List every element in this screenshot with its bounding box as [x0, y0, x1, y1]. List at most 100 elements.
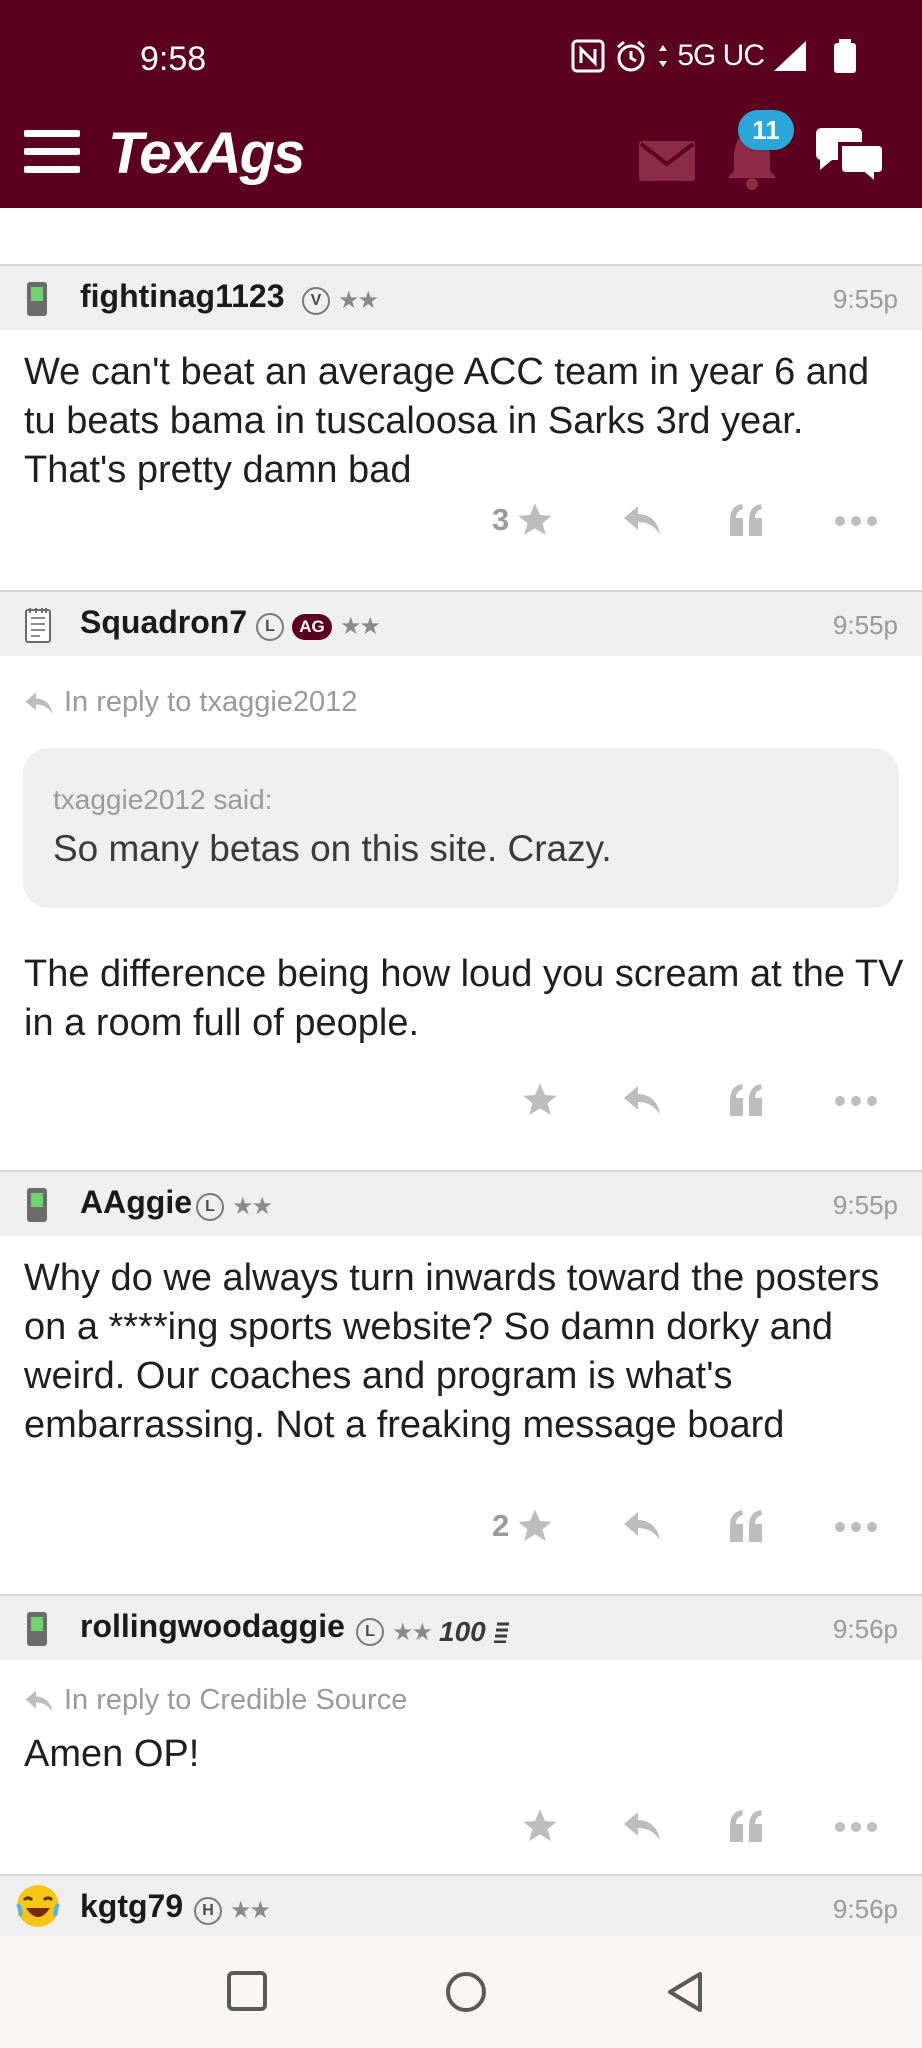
notepad-device-icon — [25, 608, 51, 643]
hundred-lines-icon — [493, 1622, 509, 1643]
post-actions — [0, 1806, 922, 1866]
reply-to-text: In reply to Credible Source — [64, 1684, 408, 1716]
star-action[interactable]: 3 — [492, 500, 555, 540]
rank-stars: ★★ — [340, 613, 381, 640]
rank-stars: ★★ — [230, 1897, 271, 1924]
nfc-icon — [571, 39, 605, 73]
badge-l: L — [196, 1192, 224, 1221]
battery-icon — [834, 39, 856, 73]
reply-arrow-icon[interactable] — [620, 1506, 664, 1546]
post-time: 9:55p — [832, 1190, 898, 1220]
forum-post: rollingwoodaggie L ★★ 100 9:56p In reply… — [0, 1594, 922, 1874]
post-header: Squadron7 L AG ★★ 9:55p — [0, 590, 922, 656]
star-action[interactable]: 2 — [492, 1506, 555, 1546]
data-arrows-icon — [659, 45, 668, 67]
network-label: 5G UC — [677, 39, 765, 72]
post-header: fightinag1123 V ★★ 9:55p — [0, 264, 922, 330]
thread-content: 1 fightinag1123 V ★★ 9:55p We can't beat… — [0, 180, 922, 1936]
phone-device-icon — [27, 282, 47, 316]
hamburger-menu-icon[interactable] — [24, 130, 80, 174]
app-bar: TexAgs 11 — [0, 110, 922, 208]
post-header: rollingwoodaggie L ★★ 100 9:56p — [0, 1594, 922, 1660]
back-triangle-icon[interactable] — [664, 1970, 706, 2014]
post-body: We can't beat an average ACC team in yea… — [24, 351, 870, 491]
post-time: 9:55p — [832, 284, 898, 314]
forum-post: AAggie L ★★ 9:55p Why do we always turn … — [0, 1170, 922, 1594]
reply-to-link[interactable]: In reply to txaggie2012 — [22, 686, 357, 719]
reply-arrow-icon — [25, 1690, 53, 1711]
post-body: Why do we always turn inwards toward the… — [24, 1257, 880, 1446]
star-action[interactable] — [520, 1080, 560, 1120]
laughing-emoji-avatar — [16, 1885, 60, 1927]
post-body: The difference being how loud you scream… — [24, 953, 904, 1044]
alarm-icon — [617, 40, 646, 72]
hundred-badge: 100 — [439, 1616, 486, 1647]
home-circle-icon[interactable] — [444, 1970, 488, 2014]
reply-arrow-icon — [25, 692, 53, 713]
rank-stars: ★★ — [232, 1193, 273, 1220]
post-actions — [0, 1080, 922, 1140]
top-header: 9:58 5G UC TexAgs 11 — [0, 0, 922, 208]
recents-square-icon[interactable] — [226, 1970, 268, 2012]
post-header: kgtg79 H ★★ 9:56p — [0, 1874, 922, 1936]
quote-author: txaggie2012 said: — [53, 784, 273, 815]
more-dots-icon[interactable] — [834, 514, 878, 528]
badge-l: L — [256, 612, 284, 641]
post-username[interactable]: fightinag1123 — [80, 278, 285, 315]
notification-badge[interactable]: 11 — [738, 110, 794, 150]
user-badges: L ★★ — [196, 1192, 273, 1221]
star-action[interactable] — [520, 1806, 560, 1846]
quote-text: So many betas on this site. Crazy. — [53, 828, 612, 869]
star-icon — [518, 503, 552, 535]
post-username[interactable]: Squadron7 — [80, 604, 247, 641]
mail-icon[interactable] — [638, 140, 696, 182]
phone-device-icon — [27, 1188, 47, 1222]
chat-bubbles-icon[interactable] — [812, 124, 888, 186]
post-time: 9:56p — [832, 1614, 898, 1644]
user-badges: L AG ★★ — [256, 612, 381, 641]
post-username[interactable]: rollingwoodaggie — [80, 1608, 345, 1645]
more-dots-icon[interactable] — [834, 1520, 878, 1534]
texags-logo[interactable]: TexAgs — [108, 120, 305, 187]
badge-v: V — [302, 286, 330, 315]
post-body: Amen OP! — [24, 1733, 200, 1775]
more-dots-icon[interactable] — [834, 1820, 878, 1834]
badge-ag: AG — [292, 613, 332, 640]
rank-stars: ★★ — [392, 1618, 433, 1646]
quote-icon[interactable] — [726, 1806, 766, 1846]
status-icons: 5G UC — [571, 38, 860, 74]
badge-l: L — [356, 1618, 384, 1646]
reply-arrow-icon[interactable] — [620, 1080, 664, 1120]
quote-icon[interactable] — [726, 1506, 766, 1546]
reply-to-text: In reply to txaggie2012 — [64, 686, 358, 718]
badge-h: H — [194, 1896, 222, 1925]
user-badges: V ★★ — [302, 286, 379, 315]
rank-stars: ★★ — [338, 287, 379, 314]
reply-to-link[interactable]: In reply to Credible Source — [22, 1684, 407, 1717]
forum-post: fightinag1123 V ★★ 9:55p We can't beat a… — [0, 264, 922, 590]
reply-arrow-icon[interactable] — [620, 1806, 664, 1846]
system-nav-bar — [0, 1936, 922, 2048]
star-icon — [523, 1809, 557, 1841]
more-dots-icon[interactable] — [834, 1094, 878, 1108]
post-username[interactable]: kgtg79 — [80, 1888, 183, 1925]
star-icon — [518, 1509, 552, 1541]
quote-icon[interactable] — [726, 500, 766, 540]
forum-post: Squadron7 L AG ★★ 9:55p In reply to txag… — [0, 590, 922, 1170]
post-username[interactable]: AAggie — [80, 1184, 192, 1221]
status-time: 9:58 — [140, 40, 207, 78]
phone-device-icon — [27, 1612, 47, 1646]
post-header: AAggie L ★★ 9:55p — [0, 1170, 922, 1236]
star-count: 3 — [492, 502, 510, 537]
user-badges: L ★★ 100 — [356, 1616, 510, 1648]
post-time: 9:55p — [832, 610, 898, 640]
star-count: 2 — [492, 1508, 510, 1543]
user-badges: H ★★ — [194, 1896, 271, 1925]
status-bar: 9:58 5G UC — [0, 0, 922, 125]
star-icon — [523, 1083, 557, 1115]
reply-arrow-icon[interactable] — [620, 500, 664, 540]
forum-post: kgtg79 H ★★ 9:56p — [0, 1874, 922, 1936]
post-actions: 2 — [0, 1506, 922, 1566]
quote-icon[interactable] — [726, 1080, 766, 1120]
post-actions: 3 — [0, 500, 922, 560]
